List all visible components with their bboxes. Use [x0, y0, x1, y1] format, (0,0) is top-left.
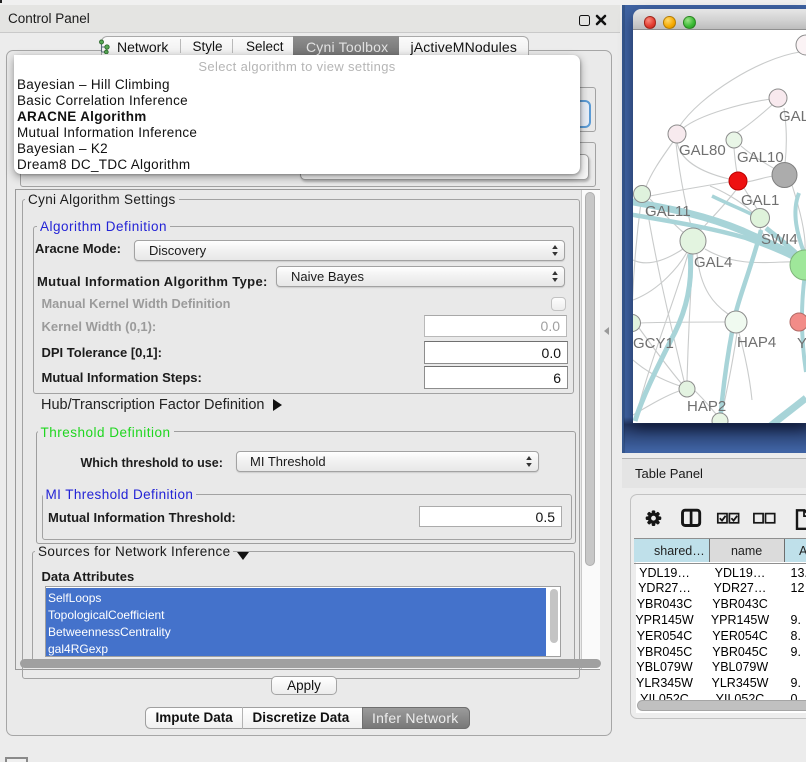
svg-text:SWI4: SWI4 — [761, 231, 798, 248]
svg-text:GAL1: GAL1 — [741, 192, 779, 209]
svg-text:Y: Y — [797, 335, 806, 352]
svg-text:GCY1: GCY1 — [633, 335, 674, 352]
svg-text:HAP2: HAP2 — [687, 398, 726, 415]
svg-text:GAL: GAL — [779, 108, 806, 125]
svg-text:GAL10: GAL10 — [737, 149, 784, 166]
svg-text:GAL80: GAL80 — [679, 142, 726, 159]
svg-text:HAP4: HAP4 — [737, 334, 776, 351]
svg-text:GAL4: GAL4 — [694, 254, 732, 271]
svg-text:GAL11: GAL11 — [645, 203, 691, 220]
